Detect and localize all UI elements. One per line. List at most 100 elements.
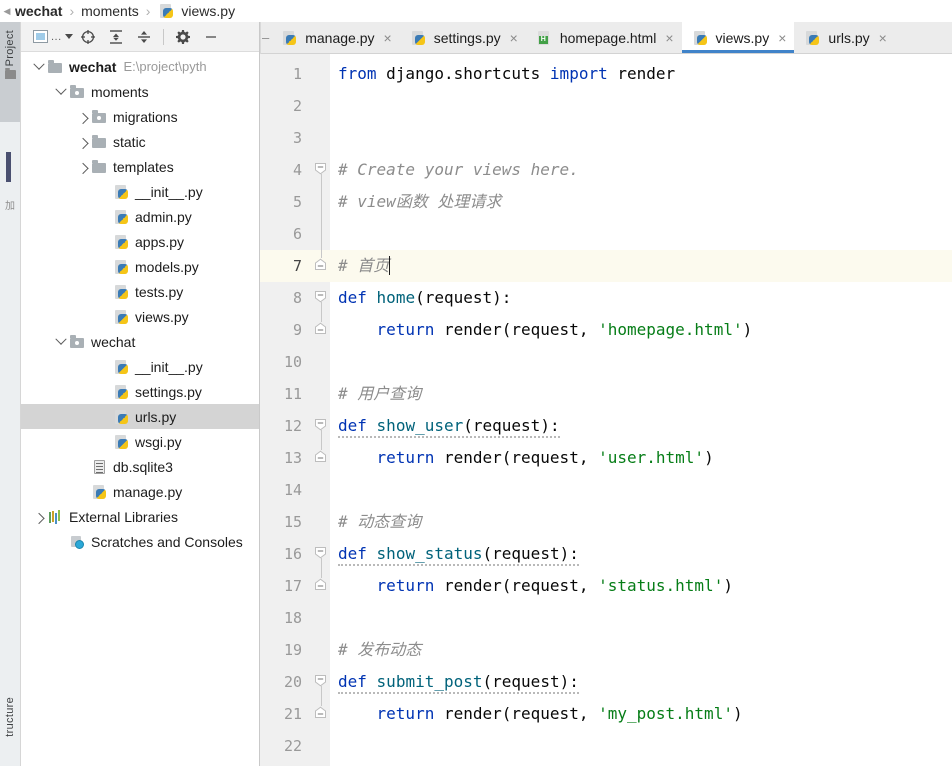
code-line[interactable]: # Create your views here.: [330, 154, 952, 186]
code-line[interactable]: # 动态查询: [330, 506, 952, 538]
code-line[interactable]: [330, 474, 952, 506]
close-icon[interactable]: ×: [879, 30, 887, 46]
tree-item-wechat[interactable]: wechat E:\project\pyth: [21, 54, 259, 79]
breadcrumb-item-2[interactable]: views.py: [180, 3, 236, 19]
editor-tab-urls-py[interactable]: urls.py ×: [794, 22, 895, 53]
chevron-open-icon[interactable]: [31, 63, 47, 71]
editor-tab-settings-py[interactable]: settings.py ×: [399, 22, 526, 53]
fold-end-icon[interactable]: [314, 450, 327, 463]
editor-tab-homepage-html[interactable]: homepage.html ×: [525, 22, 682, 53]
code-folding-gutter[interactable]: [312, 54, 330, 766]
tree-item-tests-py[interactable]: tests.py: [21, 279, 259, 304]
code-line[interactable]: return render(request, 'status.html'): [330, 570, 952, 602]
fold-end-icon[interactable]: [314, 578, 327, 591]
code-line[interactable]: from django.shortcuts import render: [330, 58, 952, 90]
line-number: 9: [292, 321, 302, 339]
breadcrumb-item-0[interactable]: wechat: [14, 3, 63, 19]
code-line[interactable]: [330, 218, 952, 250]
token-cm: # view函数 处理请求: [338, 192, 502, 211]
folder-icon: [47, 59, 65, 75]
code-line[interactable]: [330, 602, 952, 634]
collapse-all-button[interactable]: [131, 25, 157, 49]
expand-all-button[interactable]: [103, 25, 129, 49]
tree-item-db-sqlite3[interactable]: db.sqlite3: [21, 454, 259, 479]
tree-item--init-py[interactable]: __init__.py: [21, 354, 259, 379]
code-line[interactable]: def show_status(request):: [330, 538, 952, 570]
code-line[interactable]: def show_user(request):: [330, 410, 952, 442]
tree-item-wsgi-py[interactable]: wsgi.py: [21, 429, 259, 454]
code-line[interactable]: [330, 346, 952, 378]
editor-area: – manage.py×settings.py×homepage.html×vi…: [260, 22, 952, 766]
code-line[interactable]: return render(request, 'my_post.html'): [330, 698, 952, 730]
scroll-from-source-button[interactable]: [75, 25, 101, 49]
code-line[interactable]: def submit_post(request):: [330, 666, 952, 698]
close-icon[interactable]: ×: [510, 30, 518, 46]
token-cm: # 发布动态: [338, 640, 422, 659]
breadcrumb-item-1[interactable]: moments: [80, 3, 140, 19]
tree-item-migrations[interactable]: migrations: [21, 104, 259, 129]
code-line[interactable]: # 首页: [330, 250, 952, 282]
tree-item--init-py[interactable]: __init__.py: [21, 179, 259, 204]
tree-item-static[interactable]: static: [21, 129, 259, 154]
tree-item-admin-py[interactable]: admin.py: [21, 204, 259, 229]
code-span: # 用户查询: [338, 384, 421, 403]
editor-tab-views-py[interactable]: views.py ×: [681, 22, 795, 53]
code-line[interactable]: [330, 90, 952, 122]
tree-item-wechat[interactable]: wechat: [21, 329, 259, 354]
line-number: 14: [283, 481, 302, 499]
token-pl: (request):: [415, 288, 512, 307]
sidebar-tab-favorites-label[interactable]: 加: [0, 197, 20, 212]
close-icon[interactable]: ×: [384, 30, 392, 46]
chevron-closed-icon[interactable]: [31, 513, 47, 521]
breadcrumb: ◀ wechat › moments › views.py: [0, 0, 952, 22]
editor-tabbar[interactable]: – manage.py×settings.py×homepage.html×vi…: [260, 22, 952, 54]
chevron-closed-icon[interactable]: [75, 138, 91, 146]
code-line[interactable]: return render(request, 'user.html'): [330, 442, 952, 474]
tree-item-external-libraries[interactable]: External Libraries: [21, 504, 259, 529]
tree-item-models-py[interactable]: models.py: [21, 254, 259, 279]
editor-tab-manage-py[interactable]: manage.py ×: [271, 22, 400, 53]
code-span: from django.shortcuts import render: [338, 64, 675, 83]
code-line[interactable]: # 用户查询: [330, 378, 952, 410]
tree-item-label: db.sqlite3: [113, 458, 173, 475]
token-pl: ): [732, 704, 743, 723]
tree-item-settings-py[interactable]: settings.py: [21, 379, 259, 404]
tree-item-scratches-and-consoles[interactable]: Scratches and Consoles: [21, 529, 259, 554]
chevron-closed-icon[interactable]: [75, 113, 91, 121]
chevron-left-icon[interactable]: ◀: [0, 6, 14, 17]
settings-button[interactable]: [170, 25, 196, 49]
close-icon[interactable]: ×: [665, 30, 673, 46]
code-line[interactable]: # 发布动态: [330, 634, 952, 666]
tree-item-apps-py[interactable]: apps.py: [21, 229, 259, 254]
line-number: 21: [283, 705, 302, 723]
tree-item-moments[interactable]: moments: [21, 79, 259, 104]
chevron-open-icon[interactable]: [53, 338, 69, 346]
code-line[interactable]: # view函数 处理请求: [330, 186, 952, 218]
project-view-select-button[interactable]: ...: [33, 25, 73, 49]
code-line[interactable]: def home(request):: [330, 282, 952, 314]
tree-item-label: wechat: [91, 333, 136, 350]
code-line[interactable]: [330, 730, 952, 762]
fold-end-icon[interactable]: [314, 322, 327, 335]
token-k: return: [376, 448, 435, 467]
line-number: 10: [283, 353, 302, 371]
tab-scroll-left[interactable]: –: [260, 22, 271, 53]
fold-end-icon[interactable]: [314, 258, 327, 271]
code-content[interactable]: from django.shortcuts import render # Cre…: [330, 54, 952, 766]
text-caret: [389, 256, 391, 275]
tree-item-views-py[interactable]: views.py: [21, 304, 259, 329]
chevron-closed-icon[interactable]: [75, 163, 91, 171]
tree-item-manage-py[interactable]: manage.py: [21, 479, 259, 504]
fold-end-icon[interactable]: [314, 706, 327, 719]
tree-item-urls-py[interactable]: urls.py: [21, 404, 259, 429]
hide-button[interactable]: [198, 25, 224, 49]
code-line[interactable]: [330, 122, 952, 154]
project-tree[interactable]: wechat E:\project\pyth moments migrations st…: [21, 52, 259, 554]
tree-item-templates[interactable]: templates: [21, 154, 259, 179]
sidebar-tab-structure[interactable]: tructure: [0, 674, 20, 766]
code-editor[interactable]: 1 2 3 4 5 6 7 8 9 10 11 12 13 14 15 16 17 18 19 20 21 22 from…: [260, 54, 952, 766]
close-icon[interactable]: ×: [778, 30, 786, 46]
sidebar-tab-project[interactable]: Project: [0, 22, 20, 122]
code-line[interactable]: return render(request, 'homepage.html'): [330, 314, 952, 346]
chevron-open-icon[interactable]: [53, 88, 69, 96]
